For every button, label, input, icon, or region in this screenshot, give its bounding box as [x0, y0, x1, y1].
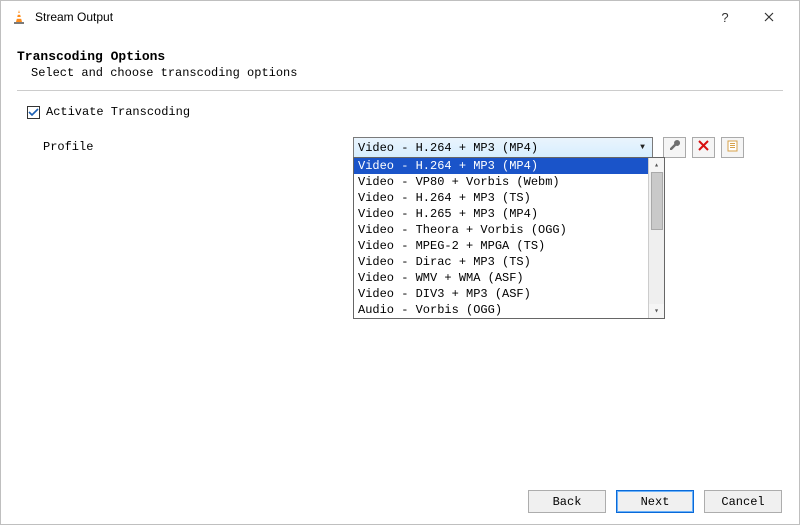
- dropdown-scrollbar[interactable]: ▴ ▾: [648, 158, 664, 318]
- checkmark-icon: [27, 106, 40, 119]
- new-profile-button[interactable]: [721, 137, 744, 158]
- profile-option[interactable]: Audio - Vorbis (OGG): [354, 302, 648, 318]
- activate-transcoding-checkbox[interactable]: Activate Transcoding: [27, 105, 783, 119]
- profile-option[interactable]: Video - Dirac + MP3 (TS): [354, 254, 648, 270]
- content-area: Transcoding Options Select and choose tr…: [1, 33, 799, 158]
- activate-transcoding-label: Activate Transcoding: [46, 105, 190, 119]
- next-button[interactable]: Next: [616, 490, 694, 513]
- titlebar: Stream Output ?: [1, 1, 799, 33]
- profile-option[interactable]: Video - H.265 + MP3 (MP4): [354, 206, 648, 222]
- profile-dropdown: Video - H.264 + MP3 (MP4) Video - VP80 +…: [353, 157, 665, 319]
- help-button[interactable]: ?: [703, 3, 747, 31]
- profile-label: Profile: [43, 137, 353, 154]
- profile-option[interactable]: Video - DIV3 + MP3 (ASF): [354, 286, 648, 302]
- scroll-up-icon[interactable]: ▴: [649, 158, 664, 172]
- section-title: Transcoding Options: [17, 49, 783, 64]
- section-desc: Select and choose transcoding options: [31, 66, 783, 80]
- profile-option[interactable]: Video - MPEG-2 + MPGA (TS): [354, 238, 648, 254]
- profile-option[interactable]: Video - VP80 + Vorbis (Webm): [354, 174, 648, 190]
- close-button[interactable]: [747, 3, 791, 31]
- scroll-down-icon[interactable]: ▾: [649, 304, 664, 318]
- edit-profile-button[interactable]: [663, 137, 686, 158]
- delete-profile-button[interactable]: [692, 137, 715, 158]
- divider: [17, 90, 783, 91]
- profile-option[interactable]: Video - WMV + WMA (ASF): [354, 270, 648, 286]
- profile-option[interactable]: Video - H.264 + MP3 (MP4): [354, 158, 648, 174]
- profile-option-list: Video - H.264 + MP3 (MP4) Video - VP80 +…: [354, 158, 648, 318]
- profile-combobox[interactable]: Video - H.264 + MP3 (MP4) ▼: [353, 137, 653, 158]
- profile-selected-value: Video - H.264 + MP3 (MP4): [358, 141, 538, 155]
- profile-option[interactable]: Video - H.264 + MP3 (TS): [354, 190, 648, 206]
- back-button[interactable]: Back: [528, 490, 606, 513]
- chevron-down-icon: ▼: [635, 140, 650, 155]
- profile-option[interactable]: Video - Theora + Vorbis (OGG): [354, 222, 648, 238]
- delete-x-icon: [698, 140, 709, 155]
- vlc-cone-icon: [11, 9, 27, 25]
- wrench-icon: [668, 139, 681, 156]
- scroll-thumb[interactable]: [651, 172, 663, 230]
- window-title: Stream Output: [35, 10, 703, 24]
- dialog-footer: Back Next Cancel: [528, 490, 782, 513]
- new-document-icon: [727, 140, 739, 156]
- cancel-button[interactable]: Cancel: [704, 490, 782, 513]
